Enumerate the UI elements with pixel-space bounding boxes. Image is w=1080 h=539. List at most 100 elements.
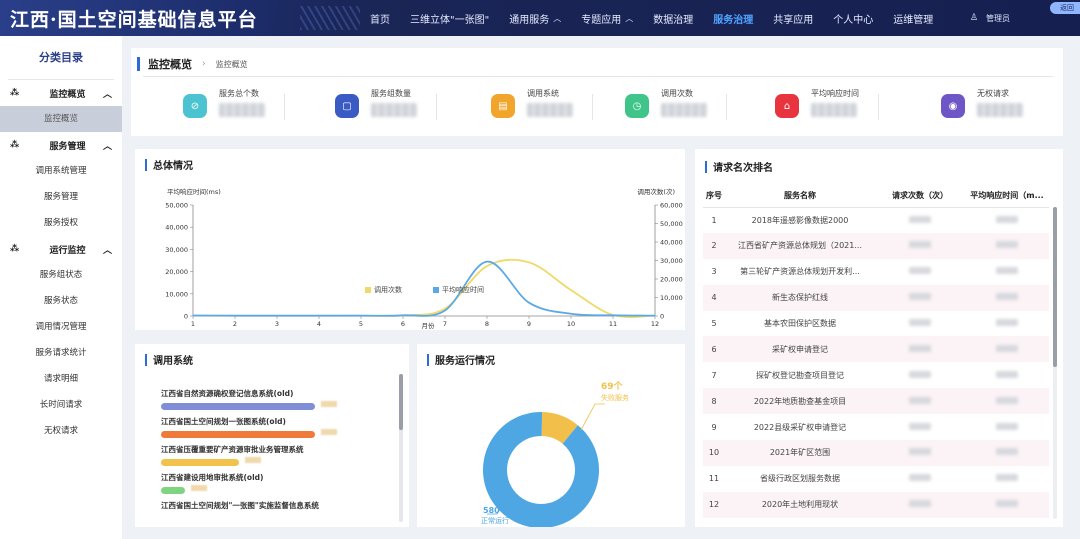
stat-card[interactable]: ◷ 调用次数 <box>625 88 727 124</box>
blurred-value <box>909 422 931 430</box>
table-row[interactable]: 7 探矿权登记勘查项目登记 <box>703 362 1049 388</box>
scrollbar-thumb[interactable] <box>399 374 403 430</box>
y-right-tick: 60,000 <box>660 202 683 210</box>
corner-tag[interactable]: 返回 <box>1050 2 1080 14</box>
rank-number: 11 <box>708 474 720 484</box>
call-system-row[interactable]: 江西省压覆重要矿产资源审批业务管理系统 <box>161 444 304 466</box>
chevron-up-icon: ︿ <box>102 141 112 152</box>
sidebar-group[interactable]: ⁂ 服务管理 ︿ <box>0 132 122 158</box>
stat-value-blurred <box>371 103 417 117</box>
nav-item-label: 共享应用 <box>773 14 814 26</box>
call-system-row[interactable]: 江西省国土空间规划一张图系统(old) <box>161 416 338 438</box>
table-row[interactable]: 11 省级行政区划服务数据 <box>703 466 1049 492</box>
table-row[interactable]: 4 新生态保护红线 <box>703 284 1049 311</box>
sidebar-item[interactable]: 服务状态 <box>0 288 122 314</box>
column-header[interactable]: 平均响应时间（m... <box>965 185 1049 208</box>
sidebar-item[interactable]: 请求明细 <box>0 366 122 392</box>
column-header[interactable]: 服务名称 <box>725 185 875 208</box>
y-left-tick: 50,000 <box>165 202 188 210</box>
chevron-up-icon: ︿ <box>102 245 112 256</box>
stat-icon: ▢ <box>335 94 359 118</box>
divider <box>143 76 1053 77</box>
x-axis-label: 月份 <box>422 321 436 330</box>
column-header[interactable]: 序号 <box>703 185 725 208</box>
service-name: 采矿权申请登记 <box>725 336 875 363</box>
sidebar-item[interactable]: 无权请求 <box>0 418 122 444</box>
call-system-row[interactable]: 江西省国土空间规划"一张图"实施监督信息系统 <box>161 500 319 511</box>
nav-item[interactable]: 三维立体"一张图" <box>410 11 489 26</box>
table-row[interactable]: 2 江西省矿产资源总体规划（2021... <box>703 232 1049 259</box>
stat-card[interactable]: ⌂ 平均响应时间 <box>775 88 879 124</box>
service-name: 探矿权登记勘查项目登记 <box>756 370 844 380</box>
overview-title: 总体情况 <box>153 161 193 172</box>
request-count-blurred <box>875 414 965 440</box>
callsys-scrollbar[interactable] <box>399 374 403 522</box>
sidebar-item[interactable]: 调用系统管理 <box>0 158 122 184</box>
table-row[interactable]: 8 2022年地质勘查基金项目 <box>703 388 1049 415</box>
table-row[interactable]: 5 基本农田保护区数据 <box>703 311 1049 337</box>
user-menu[interactable]: ♙ 管理员 <box>970 0 1010 36</box>
nav-item[interactable]: 服务治理 <box>713 11 753 26</box>
nav-item[interactable]: 通用服务 ︿ <box>509 11 561 26</box>
scrollbar-thumb[interactable] <box>1053 207 1057 367</box>
service-name: 2018年遥感影像数据2000 <box>751 215 849 225</box>
sidebar-item[interactable]: 服务管理 <box>0 184 122 210</box>
service-name: 基本农田保护区数据 <box>764 319 836 328</box>
table-row[interactable]: 6 采矿权申请登记 <box>703 336 1049 363</box>
table-row[interactable]: 3 第三轮矿产资源总体规划开发利... <box>703 259 1049 285</box>
service-name: 江西省矿产资源总体规划（2021... <box>725 232 875 259</box>
nav-item[interactable]: 专题应用 ︿ <box>581 11 633 26</box>
ranking-scrollbar[interactable] <box>1053 207 1057 519</box>
service-name: 新生态保护红线 <box>725 284 875 311</box>
nav-item[interactable]: 运维管理 <box>893 11 933 26</box>
x-tick: 8 <box>485 320 489 328</box>
nav-item[interactable]: 个人中心 <box>833 11 873 26</box>
nav-item[interactable]: 数据治理 <box>653 11 693 26</box>
stat-card[interactable]: ▤ 调用系统 <box>491 88 593 124</box>
chevron-right-icon: › <box>202 59 206 69</box>
stat-card[interactable]: ◉ 无权请求 <box>941 88 1023 124</box>
legend-item[interactable]: 平均响应时间 <box>433 285 484 295</box>
nav-item[interactable]: 共享应用 <box>773 11 813 26</box>
table-row[interactable]: 10 2021年矿区范围 <box>703 440 1049 466</box>
sidebar-item[interactable]: 服务组状态 <box>0 262 122 288</box>
overview-stats-panel: 监控概览 › 监控概览 ⊘ 服务总个数 ▢ 服务组数量 ▤ 调用系统 ◷ 调用次数 ⌂ 平均响应时… <box>131 48 1063 136</box>
nav-item-label: 服务治理 <box>713 14 754 26</box>
stat-value-blurred <box>661 103 707 117</box>
chart-legend: 调用次数 平均响应时间 <box>135 282 685 296</box>
nav-item[interactable]: 首页 <box>370 11 390 26</box>
stat-card[interactable]: ⊘ 服务总个数 <box>183 88 285 124</box>
app-logo[interactable]: 江西·国土空间基础信息平台 <box>0 0 360 36</box>
avg-response-blurred <box>965 207 1049 233</box>
breadcrumb-current[interactable]: 监控概览 <box>216 59 248 70</box>
table-row[interactable]: 1 2018年遥感影像数据2000 <box>703 207 1049 233</box>
column-header[interactable]: 请求次数（次） <box>875 185 965 208</box>
x-tick: 3 <box>275 320 279 328</box>
sidebar-item[interactable]: 服务授权 <box>0 210 122 236</box>
stat-divider <box>436 94 437 120</box>
y-left-tick: 40,000 <box>165 224 188 232</box>
grid-icon: ⁂ <box>10 88 20 98</box>
sidebar-group[interactable]: ⁂ 监控概览 ︿ <box>0 80 122 106</box>
table-row[interactable]: 9 2022县级采矿权申请登记 <box>703 414 1049 440</box>
stat-text: 调用次数 <box>661 88 707 117</box>
sidebar-item[interactable]: 监控概览 <box>0 106 122 132</box>
avg-response-blurred <box>965 388 1049 415</box>
stat-divider <box>726 94 727 120</box>
table-row[interactable]: 12 2020年土地利用现状 <box>703 491 1049 518</box>
sidebar-group-label: 运行监控 <box>49 245 86 256</box>
stat-card[interactable]: ▢ 服务组数量 <box>335 88 437 124</box>
sidebar-group[interactable]: ⁂ 运行监控 ︿ <box>0 236 122 262</box>
legend-item[interactable]: 调用次数 <box>365 285 402 295</box>
avg-response-blurred <box>965 284 1049 311</box>
x-tick: 1 <box>191 320 195 328</box>
x-tick: 10 <box>567 320 575 328</box>
sidebar-item[interactable]: 服务请求统计 <box>0 340 122 366</box>
y-left-tick: 20,000 <box>165 268 188 276</box>
sidebar-item[interactable]: 长时间请求 <box>0 392 122 418</box>
sidebar-item[interactable]: 调用情况管理 <box>0 314 122 340</box>
chevron-up-icon: ︿ <box>625 13 634 23</box>
call-system-row[interactable]: 江西省建设用地审批系统(old) <box>161 472 263 494</box>
call-system-row[interactable]: 江西省自然资源确权登记信息系统(old) <box>161 388 338 410</box>
y-right-tick: 40,000 <box>660 239 683 247</box>
